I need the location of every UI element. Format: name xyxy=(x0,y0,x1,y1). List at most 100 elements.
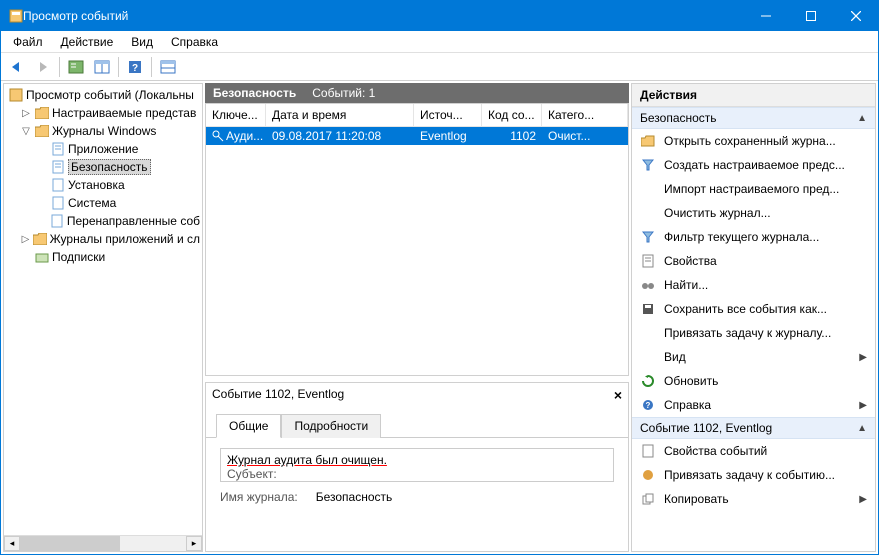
action-event-properties[interactable]: Свойства событий xyxy=(632,439,875,463)
show-hide-tree-button[interactable] xyxy=(64,56,88,78)
funnel-icon xyxy=(640,229,656,245)
action-attach-task-event[interactable]: Привязать задачу к событию... xyxy=(632,463,875,487)
tree-security[interactable]: Безопасность xyxy=(6,158,200,176)
col-keywords[interactable]: Ключе... xyxy=(206,104,266,126)
actions-group-label: Безопасность xyxy=(640,111,717,125)
events-grid: Ключе... Дата и время Источ... Код со...… xyxy=(205,103,629,376)
actions-group-log[interactable]: Безопасность ▲ xyxy=(632,107,875,129)
forward-button[interactable] xyxy=(31,56,55,78)
log-title: Безопасность xyxy=(213,86,296,100)
menu-action[interactable]: Действие xyxy=(53,33,122,51)
action-properties[interactable]: Свойства xyxy=(632,249,875,273)
svg-text:?: ? xyxy=(646,401,651,410)
tree-label: Установка xyxy=(68,178,125,192)
minimize-button[interactable] xyxy=(743,1,788,31)
close-detail-button[interactable]: × xyxy=(614,387,622,403)
tree-application[interactable]: Приложение xyxy=(6,140,200,158)
action-help[interactable]: ?Справка▶ xyxy=(632,393,875,417)
log-name-label: Имя журнала: xyxy=(220,490,298,504)
back-button[interactable] xyxy=(5,56,29,78)
app-icon xyxy=(9,9,23,23)
tree-label: Настраиваемые представ xyxy=(52,106,196,120)
tree-root[interactable]: Просмотр событий (Локальны xyxy=(6,86,200,104)
clear-icon xyxy=(640,205,656,221)
actions-pane: Действия Безопасность ▲ Открыть сохранен… xyxy=(631,83,876,552)
properties-icon xyxy=(640,443,656,459)
toolbar: ? xyxy=(1,53,878,81)
tree-app-service-logs[interactable]: ▷ Журналы приложений и сл xyxy=(6,230,200,248)
action-open-saved-log[interactable]: Открыть сохраненный журна... xyxy=(632,129,875,153)
action-view[interactable]: Вид▶ xyxy=(632,345,875,369)
tree-label: Журналы приложений и сл xyxy=(50,232,200,246)
event-detail-pane: Событие 1102, Eventlog × Общие Подробнос… xyxy=(205,382,629,552)
action-filter-log[interactable]: Фильтр текущего журнала... xyxy=(632,225,875,249)
collapse-icon[interactable]: ▲ xyxy=(857,113,867,124)
navigation-tree: Просмотр событий (Локальны ▷ Настраиваем… xyxy=(3,83,203,552)
menu-help[interactable]: Справка xyxy=(163,33,226,51)
import-icon xyxy=(640,181,656,197)
tree-label: Просмотр событий (Локальны xyxy=(26,88,194,102)
expand-icon[interactable]: ▷ xyxy=(20,234,31,245)
event-message: Журнал аудита был очищен. xyxy=(227,453,387,467)
event-row[interactable]: Ауди... 09.08.2017 11:20:08 Eventlog 110… xyxy=(206,127,628,145)
chevron-right-icon: ▶ xyxy=(859,494,867,505)
action-clear-log[interactable]: Очистить журнал... xyxy=(632,201,875,225)
log-icon xyxy=(50,195,66,211)
task-icon xyxy=(640,325,656,341)
action-refresh[interactable]: Обновить xyxy=(632,369,875,393)
help-button[interactable]: ? xyxy=(123,56,147,78)
panel-layout-button[interactable] xyxy=(90,56,114,78)
col-eventid[interactable]: Код со... xyxy=(482,104,542,126)
tree-label: Перенаправленные соб xyxy=(67,214,200,228)
action-create-custom-view[interactable]: Создать настраиваемое предс... xyxy=(632,153,875,177)
action-find[interactable]: Найти... xyxy=(632,273,875,297)
action-save-all-events[interactable]: Сохранить все события как... xyxy=(632,297,875,321)
actions-group-event[interactable]: Событие 1102, Eventlog ▲ xyxy=(632,417,875,439)
log-icon xyxy=(50,141,66,157)
grid-header: Ключе... Дата и время Источ... Код со...… xyxy=(206,104,628,127)
cell-source: Eventlog xyxy=(414,129,482,143)
center-pane: Безопасность Событий: 1 Ключе... Дата и … xyxy=(205,83,629,552)
collapse-icon[interactable]: ▽ xyxy=(20,126,32,137)
col-source[interactable]: Источ... xyxy=(414,104,482,126)
actions-group-label: Событие 1102, Eventlog xyxy=(640,421,772,435)
action-copy[interactable]: Копировать▶ xyxy=(632,487,875,511)
tree-system[interactable]: Система xyxy=(6,194,200,212)
horizontal-scrollbar[interactable]: ◂ ▸ xyxy=(4,535,202,551)
expand-icon[interactable]: ▷ xyxy=(20,108,32,119)
log-icon xyxy=(50,213,65,229)
col-category[interactable]: Катего... xyxy=(542,104,628,126)
actions-title: Действия xyxy=(632,84,875,107)
copy-icon xyxy=(640,491,656,507)
tab-general[interactable]: Общие xyxy=(216,414,281,438)
scroll-left-button[interactable]: ◂ xyxy=(4,536,20,551)
tree-label: Подписки xyxy=(52,250,105,264)
tree-windows-logs[interactable]: ▽ Журналы Windows xyxy=(6,122,200,140)
tree-custom-views[interactable]: ▷ Настраиваемые представ xyxy=(6,104,200,122)
menu-file[interactable]: Файл xyxy=(5,33,51,51)
tree-setup[interactable]: Установка xyxy=(6,176,200,194)
collapse-icon[interactable]: ▲ xyxy=(857,423,867,434)
col-date[interactable]: Дата и время xyxy=(266,104,414,126)
funnel-icon xyxy=(640,157,656,173)
chevron-right-icon: ▶ xyxy=(859,352,867,363)
tree-subscriptions[interactable]: Подписки xyxy=(6,248,200,266)
tab-details[interactable]: Подробности xyxy=(281,414,381,438)
refresh-icon xyxy=(640,373,656,389)
action-attach-task[interactable]: Привязать задачу к журналу... xyxy=(632,321,875,345)
preview-pane-button[interactable] xyxy=(156,56,180,78)
scroll-right-button[interactable]: ▸ xyxy=(186,536,202,551)
event-subject-label: Субъект: xyxy=(227,467,607,481)
log-header: Безопасность Событий: 1 xyxy=(205,83,629,103)
tree-forwarded[interactable]: Перенаправленные соб xyxy=(6,212,200,230)
scroll-thumb[interactable] xyxy=(20,536,120,551)
log-name-value: Безопасность xyxy=(316,490,393,504)
close-button[interactable] xyxy=(833,1,878,31)
folder-open-icon xyxy=(640,133,656,149)
menu-view[interactable]: Вид xyxy=(123,33,161,51)
svg-text:?: ? xyxy=(132,63,138,74)
maximize-button[interactable] xyxy=(788,1,833,31)
binoculars-icon xyxy=(640,277,656,293)
cell-eventid: 1102 xyxy=(482,129,542,143)
action-import-custom-view[interactable]: Импорт настраиваемого пред... xyxy=(632,177,875,201)
